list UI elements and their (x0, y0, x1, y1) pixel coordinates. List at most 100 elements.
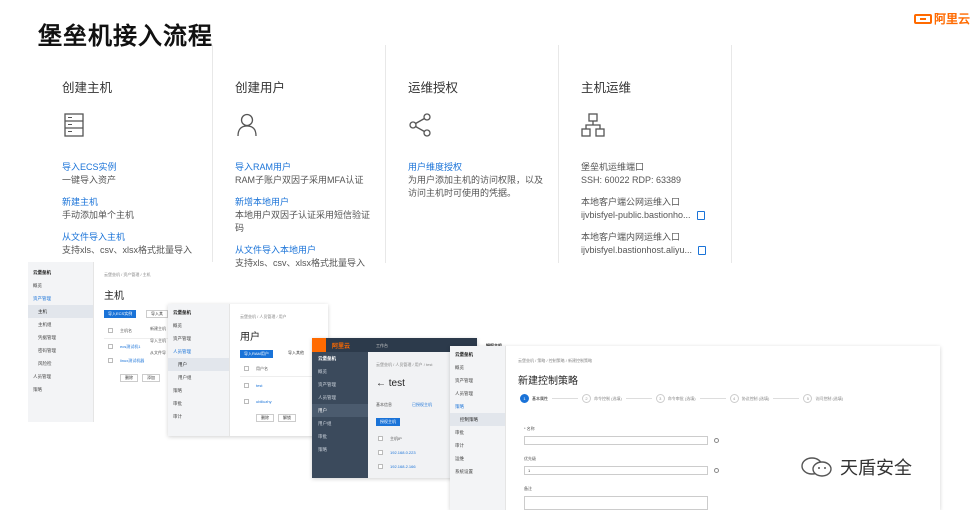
page-heading: 新建控制策略 (518, 376, 578, 387)
help-icon[interactable] (714, 438, 719, 443)
sidebar-item-people[interactable]: 人员管理 (312, 391, 368, 404)
sidebar-item-user-group[interactable]: 用户组 (312, 417, 368, 430)
sidebar-item-approval[interactable]: 审批 (450, 426, 505, 439)
sidebar-item-overview[interactable]: 概览 (168, 319, 229, 332)
import-other-button[interactable]: 导入其 (146, 310, 168, 318)
tab-authorized-hosts[interactable]: 已授权主机 (412, 402, 432, 408)
aliyun-mark-icon (913, 13, 932, 24)
copy-icon[interactable] (698, 246, 707, 255)
sidebar-item-people[interactable]: 人员管理 (168, 345, 229, 358)
menu-button[interactable] (312, 338, 326, 352)
card-host-ops: 主机运维 堡垒机运维端口 SSH: 60022 RDP: 63389 本地客户端公… (559, 45, 732, 263)
new-host-link[interactable]: 新建主机 (62, 196, 212, 209)
table-row[interactable]: 192.168.2.166 (390, 464, 416, 469)
name-field[interactable] (524, 436, 708, 445)
card-create-host: 创建主机 导入ECS实例 一键导入资产 新建主机 手动添加单个主机 从文件导入主机支… (40, 45, 213, 263)
checkbox[interactable] (378, 436, 383, 441)
sidebar-item-audit[interactable]: 审计 (168, 410, 229, 423)
sidebar-item-approval[interactable]: 审批 (168, 397, 229, 410)
table-row[interactable]: ecs测试机1 (120, 344, 140, 350)
screenshot-user-list: 云堡垒机 概览 资产管理 人员管理 用户 用户组 策略 审批 审计 云堡垒机 /… (168, 304, 328, 436)
checkbox[interactable] (108, 358, 113, 363)
sidebar-item-host-group[interactable]: 主机组 (28, 318, 93, 331)
sidebar-item-assets[interactable]: 资产管理 (28, 292, 93, 305)
sidebar-item-policy[interactable]: 策略 (450, 400, 505, 413)
sidebar-title: 云堡垒机 (455, 352, 473, 357)
sidebar-item-policy[interactable]: 策略 (168, 384, 229, 397)
checkbox[interactable] (244, 383, 249, 388)
watermark: 天盾安全 (800, 454, 912, 480)
workbench-tab[interactable]: 工作台 (376, 343, 388, 349)
checkbox[interactable] (244, 399, 249, 404)
sidebar-item-control-policy[interactable]: 控制策略 (450, 413, 505, 426)
import-user-file-link[interactable]: 从文件导入本地用户 (235, 244, 385, 257)
table-row[interactable]: linux测试机器 (120, 358, 144, 364)
step-command-control[interactable]: 2 命令控制 (选填) (582, 394, 622, 403)
sidebar-item-assets[interactable]: 资产管理 (312, 378, 368, 391)
sidebar-item-assets[interactable]: 资产管理 (168, 332, 229, 345)
entry: 本地客户端内网运维入口 ijvbisfyel.bastionhost.aliyu.… (581, 231, 731, 257)
note-field[interactable] (524, 496, 708, 510)
import-ecs-link[interactable]: 导入ECS实例 (62, 161, 212, 174)
sidebar-item-host[interactable]: 主机 (28, 305, 93, 318)
import-ram-button[interactable]: 导入RAM用户 (240, 350, 273, 358)
public-address: ijvbisfyel-public.bastionho... (581, 210, 691, 220)
sidebar-item-approval[interactable]: 审批 (312, 430, 368, 443)
sidebar-item-user[interactable]: 用户 (168, 358, 229, 371)
delete-button[interactable]: 删除 (256, 414, 274, 422)
sidebar-item-audit[interactable]: 审计 (450, 439, 505, 452)
entry: 从文件导入本地用户 支持xls、csv、xlsx格式批量导入 (235, 244, 385, 270)
sidebar-item-assets[interactable]: 资产管理 (450, 374, 505, 387)
step-command-approval[interactable]: 3 命令审批 (选填) (655, 394, 696, 403)
table-row[interactable]: ubiliuzhy (256, 399, 272, 404)
flow-cards: 创建主机 导入ECS实例 一键导入资产 新建主机 手动添加单个主机 从文件导入主机支… (40, 45, 732, 268)
sidebar-item-people[interactable]: 人员管理 (28, 370, 93, 383)
sidebar-item-overview[interactable]: 概览 (312, 365, 368, 378)
sidebar-item-user[interactable]: 用户 (312, 404, 368, 417)
sidebar-item-overview[interactable]: 概览 (450, 361, 505, 374)
sidebar: 云堡垒机 概览 资产管理 人员管理 用户 用户组 策略 审批 审计 (168, 304, 230, 436)
import-other-button[interactable]: 导入其他 (284, 350, 308, 358)
priority-field[interactable]: 1 (524, 466, 708, 475)
checkbox[interactable] (378, 464, 383, 469)
sidebar-item-user-group[interactable]: 用户组 (168, 371, 229, 384)
sidebar-item-credentials[interactable]: 凭据管理 (28, 331, 93, 344)
entry: 新建主机 手动添加单个主机 (62, 196, 212, 222)
table-row[interactable]: 192.168.0.223 (390, 450, 416, 455)
step-access-control[interactable]: 5 访问控制 (选填) (803, 394, 843, 403)
user-auth-link[interactable]: 用户维度授权 (408, 161, 558, 174)
entry: 从文件导入主机 支持xls、csv、xlsx格式批量导入 (62, 231, 212, 257)
page-heading[interactable]: ← test (376, 378, 405, 389)
help-icon[interactable] (714, 468, 719, 473)
table-row[interactable]: test (256, 383, 262, 388)
step-basic[interactable]: 1 基本属性 (520, 394, 548, 403)
sidebar-item-password[interactable]: 密码管理 (28, 344, 93, 357)
new-local-user-link[interactable]: 新增本地用户 (235, 196, 385, 209)
sidebar-item-overview[interactable]: 概览 (28, 279, 93, 292)
import-host-file-link[interactable]: 从文件导入主机 (62, 231, 212, 244)
add-button[interactable]: 添加 (142, 374, 160, 382)
sidebar-item-people[interactable]: 人员管理 (450, 387, 505, 400)
delete-button[interactable]: 删除 (120, 374, 138, 382)
sidebar-item-risk[interactable]: 风险检 (28, 357, 93, 370)
sidebar-item-settings[interactable]: 系统设置 (450, 465, 505, 478)
sidebar-item-ops[interactable]: 运维 (450, 452, 505, 465)
sidebar-item-policy[interactable]: 策略 (28, 383, 93, 396)
tab-basic-info[interactable]: 基本信息 (376, 402, 392, 408)
breadcrumb: 云堡垒机 / 人员管理 / 用户 / test (376, 362, 433, 367)
import-ecs-button[interactable]: 导入ECS实例 (104, 310, 137, 318)
import-ram-user-link[interactable]: 导入RAM用户 (235, 161, 385, 174)
step-protocol-control[interactable]: 4 协议控制 (选填) (729, 394, 770, 403)
checkbox[interactable] (244, 366, 249, 371)
checkbox[interactable] (108, 328, 113, 333)
ops-port-values: SSH: 60022 RDP: 63389 (581, 175, 682, 185)
copy-icon[interactable] (696, 211, 705, 220)
sidebar-item-policy[interactable]: 策略 (312, 443, 368, 456)
checkbox[interactable] (108, 344, 113, 349)
authorize-host-button[interactable]: 授权主机 (376, 418, 400, 426)
entry: 导入RAM用户 RAM子账户双因子采用MFA认证 (235, 161, 385, 187)
unlock-button[interactable]: 解锁 (278, 414, 296, 422)
checkbox[interactable] (378, 450, 383, 455)
step-label: 协议控制 (选填) (741, 395, 770, 401)
entry: 新增本地用户 本地用户双因子认证采用短信验证码 (235, 196, 385, 235)
